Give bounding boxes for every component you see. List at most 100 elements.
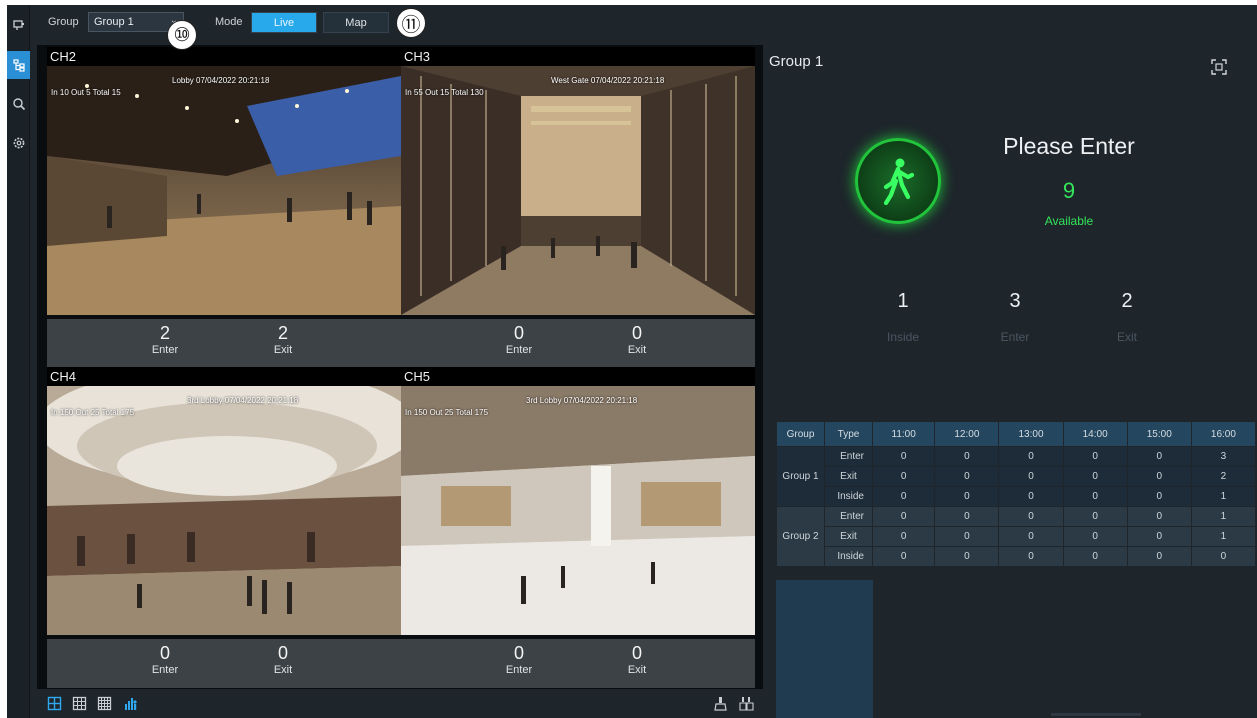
callout-10: ⑩ bbox=[167, 20, 197, 50]
people-count-icon[interactable] bbox=[123, 696, 138, 711]
bottom-toolbar bbox=[37, 689, 763, 718]
camera-feed[interactable]: 3rd Lobby 07/04/2022 20:21:18 In 150 Out… bbox=[401, 386, 755, 635]
enter-label: Enter bbox=[505, 344, 533, 356]
count-bar: 0 Enter 0 Exit bbox=[47, 639, 401, 688]
exit-count: 2 bbox=[277, 323, 288, 343]
count-bar: 2 Enter 2 Exit bbox=[47, 319, 401, 368]
layout-9-icon[interactable] bbox=[72, 696, 87, 711]
layout-4-icon[interactable] bbox=[47, 696, 62, 711]
camera-cell-ch5[interactable]: CH5 3rd Lobby 07/04/2022 20:21:18 In 150… bbox=[401, 367, 755, 689]
camera-osd-title: Lobby 07/04/2022 20:21:18 bbox=[172, 76, 270, 85]
table-cell: 1 bbox=[1190, 486, 1257, 507]
table-cell: 0 bbox=[998, 546, 1064, 567]
table-cell: 0 bbox=[1126, 506, 1192, 527]
table-header: 14:00 bbox=[1062, 421, 1128, 447]
table-cell: 0 bbox=[871, 446, 936, 467]
type-cell: Inside bbox=[824, 546, 873, 567]
enter-count: 2 bbox=[159, 323, 170, 343]
search-icon[interactable] bbox=[7, 90, 30, 118]
table-cell: 0 bbox=[1062, 446, 1128, 467]
table-cell: 0 bbox=[998, 506, 1064, 527]
table-cell: 0 bbox=[1126, 486, 1192, 507]
table-cell: 0 bbox=[934, 466, 1000, 487]
callout-11: ⑪ bbox=[396, 8, 426, 38]
exit-label: Exit bbox=[273, 664, 293, 676]
exit-total: 2 bbox=[1121, 290, 1133, 312]
camera-osd-stats: In 55 Out 15 Total 130 bbox=[405, 88, 484, 97]
exit-count: 0 bbox=[631, 643, 642, 663]
camera-feed[interactable]: West Gate 07/04/2022 20:21:18 In 55 Out … bbox=[401, 66, 755, 315]
enter-count: 0 bbox=[159, 643, 170, 663]
fullscreen-icon[interactable] bbox=[1211, 59, 1227, 75]
table-cell: 0 bbox=[934, 546, 1000, 567]
mode-map-button[interactable]: Map bbox=[323, 12, 389, 33]
exit-stat: 2 Exit bbox=[1087, 290, 1167, 344]
horizontal-scrollbar[interactable] bbox=[1051, 713, 1141, 716]
layout-16-icon[interactable] bbox=[97, 696, 112, 711]
exit-label: Exit bbox=[627, 664, 647, 676]
enter-count: 0 bbox=[513, 643, 524, 663]
table-row: Inside 0 0 0 0 0 1 bbox=[777, 486, 1257, 507]
video-grid: CH2 Lobby 07/04/2022 20:21:18 In 10 Out … bbox=[37, 45, 763, 689]
inside-stat: 1 Inside bbox=[863, 290, 943, 344]
table-cell: 0 bbox=[871, 526, 936, 547]
camera-cell-ch2[interactable]: CH2 Lobby 07/04/2022 20:21:18 In 10 Out … bbox=[47, 47, 401, 369]
available-count: 9 bbox=[1062, 178, 1076, 203]
table-row: Group 1 Enter 0 0 0 0 0 3 bbox=[776, 446, 1257, 507]
table-cell: 0 bbox=[871, 506, 936, 527]
table-header: 12:00 bbox=[934, 421, 1000, 447]
enter-total-label: Enter bbox=[1000, 330, 1030, 344]
table-header: 11:00 bbox=[871, 421, 936, 447]
exit-count: 0 bbox=[631, 323, 642, 343]
camera-osd-title: 3rd Lobby 07/04/2022 20:21:18 bbox=[526, 396, 638, 405]
table-cell: 0 bbox=[1126, 526, 1192, 547]
table-header: 13:00 bbox=[998, 421, 1064, 447]
table-cell: 0 bbox=[871, 546, 936, 567]
table-cell: 0 bbox=[1062, 506, 1128, 527]
camera-title: CH3 bbox=[401, 47, 755, 66]
camera-cell-ch3[interactable]: CH3 West Gate 07/04/2022 20:21:18 In 55 … bbox=[401, 47, 755, 369]
enter-label: Enter bbox=[151, 664, 179, 676]
enter-count: 0 bbox=[513, 323, 524, 343]
hourly-count-table: Group Type 11:00 12:00 13:00 14:00 15:00… bbox=[776, 421, 1257, 567]
table-header: Type bbox=[824, 421, 873, 447]
clear-all-icon[interactable] bbox=[739, 696, 754, 711]
table-cell: 0 bbox=[1062, 526, 1128, 547]
inside-label: Inside bbox=[886, 330, 920, 344]
camera-feed[interactable]: Lobby 07/04/2022 20:21:18 In 10 Out 5 To… bbox=[47, 66, 401, 315]
table-cell: 0 bbox=[1062, 486, 1128, 507]
status-message: Please Enter bbox=[1003, 133, 1135, 159]
clear-icon[interactable] bbox=[713, 696, 728, 711]
table-cell: 0 bbox=[1126, 446, 1192, 467]
table-row: Exit 0 0 0 0 0 2 bbox=[777, 466, 1257, 487]
mode-live-button[interactable]: Live bbox=[251, 12, 317, 33]
type-cell: Enter bbox=[824, 506, 873, 527]
table-row: Inside 0 0 0 0 0 0 bbox=[777, 546, 1257, 567]
type-cell: Enter bbox=[824, 446, 873, 467]
app-window: Group Group 1 ⌄ Mode Live Map CH2 Lobby … bbox=[7, 5, 1257, 718]
group-name-cell: Group 1 bbox=[776, 446, 825, 507]
table-cell: 0 bbox=[1126, 466, 1192, 487]
camera-feed[interactable]: 3rd Lobby 07/04/2022 20:21:18 In 150 Out… bbox=[47, 386, 401, 635]
table-cell: 0 bbox=[998, 466, 1064, 487]
panel-title: Group 1 bbox=[769, 53, 824, 70]
group-tree-icon[interactable] bbox=[7, 51, 30, 79]
camera-title: CH4 bbox=[47, 367, 401, 386]
monitor-icon[interactable] bbox=[7, 11, 30, 39]
inside-count: 1 bbox=[897, 290, 909, 312]
left-rail bbox=[7, 5, 30, 718]
group-label: Group bbox=[48, 16, 79, 28]
table-cell: 0 bbox=[998, 486, 1064, 507]
enter-label: Enter bbox=[505, 664, 533, 676]
settings-icon[interactable] bbox=[7, 129, 30, 157]
table-header: 15:00 bbox=[1126, 421, 1192, 447]
table-cell: 1 bbox=[1190, 506, 1257, 527]
camera-title: CH2 bbox=[47, 47, 401, 66]
table-header: Group bbox=[776, 421, 825, 447]
camera-osd-stats: In 10 Out 5 Total 15 bbox=[51, 88, 121, 97]
enter-label: Enter bbox=[151, 344, 179, 356]
table-cell: 0 bbox=[998, 446, 1064, 467]
camera-cell-ch4[interactable]: CH4 3rd Lobby 07/04/2022 20:21:18 In 150… bbox=[47, 367, 401, 689]
table-cell: 0 bbox=[934, 506, 1000, 527]
table-row: Exit 0 0 0 0 0 1 bbox=[777, 526, 1257, 547]
